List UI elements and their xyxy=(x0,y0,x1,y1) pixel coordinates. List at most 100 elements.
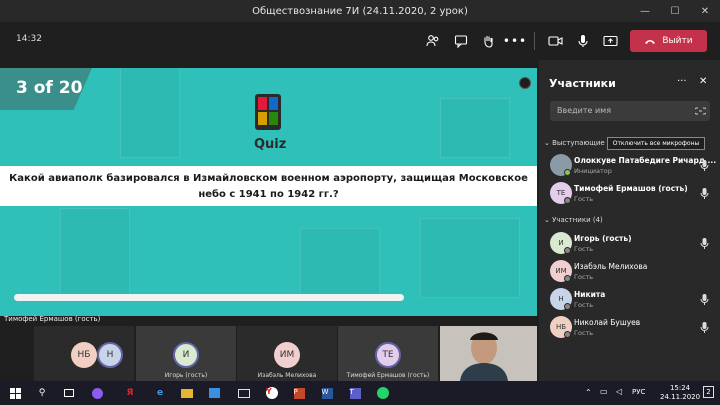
participant-name: Изабэль Мелихова xyxy=(257,372,317,379)
mail-icon xyxy=(238,388,250,398)
taskbar: ⚲ Я e Y P W T ⌃ ▭ ◁ РУС 15:24 24.11.2020… xyxy=(0,381,720,405)
taskbar-app[interactable]: e xyxy=(153,386,167,400)
close-window-button[interactable]: ✕ xyxy=(690,0,720,22)
presence-icon xyxy=(564,247,571,254)
participant-tiles: НБ Н И Игорь (гость) ИМ Изабэль Мелихова… xyxy=(0,326,537,381)
raise-hand-button[interactable] xyxy=(478,31,498,51)
minimize-button[interactable]: — xyxy=(630,0,660,22)
participant-role: Гость xyxy=(574,301,594,309)
avatar: Н xyxy=(97,342,123,368)
microphone-icon xyxy=(700,294,709,305)
task-view-button[interactable] xyxy=(62,386,76,400)
share-invite-icon[interactable] xyxy=(695,106,706,116)
camera-button[interactable] xyxy=(545,31,565,51)
participant-row[interactable]: И Игорь (гость) Гость xyxy=(550,232,716,258)
notifications-button[interactable]: 2 xyxy=(703,386,714,398)
participants-panel: Участники ··· ✕ Введите имя ⌄ Выступающи… xyxy=(539,60,720,381)
question-counter: 3 of 20 xyxy=(0,68,92,110)
microphone-icon xyxy=(700,238,709,249)
taskbar-app[interactable] xyxy=(376,386,390,400)
question-counter-text: 3 of 20 xyxy=(16,78,83,98)
participant-row[interactable]: Н Никита Гость xyxy=(550,288,716,314)
panel-title: Участники xyxy=(549,77,616,90)
participant-row[interactable]: НБ Николай Бушуев Гость xyxy=(550,316,716,342)
taskbar-app[interactable]: Y xyxy=(265,386,279,400)
panel-close-icon[interactable]: ✕ xyxy=(699,76,707,87)
participant-tile[interactable]: ИМ Изабэль Мелихова xyxy=(237,326,337,381)
participant-name: Николай Бушуев xyxy=(574,318,641,327)
background-tile xyxy=(440,98,510,158)
microphone-button[interactable] xyxy=(573,31,593,51)
participant-row[interactable]: ИМ Изабэль Мелихова Гость xyxy=(550,260,716,286)
hand-icon xyxy=(484,36,493,48)
mute-all-button[interactable]: Отключить все микрофоны xyxy=(607,137,705,150)
taskbar-app-active[interactable]: T xyxy=(348,386,362,400)
more-options-button[interactable]: ••• xyxy=(503,31,526,51)
windows-icon xyxy=(9,387,21,399)
powerpoint-icon: P xyxy=(293,387,305,399)
presence-icon xyxy=(564,303,571,310)
avatar: И xyxy=(173,342,199,368)
search-input[interactable]: Введите имя xyxy=(550,101,710,121)
participants-button[interactable] xyxy=(423,31,443,51)
person-video-icon xyxy=(440,326,537,381)
participant-role: Инициатор xyxy=(574,167,612,175)
taskbar-app[interactable] xyxy=(180,386,194,400)
volume-icon[interactable]: ◁ xyxy=(616,387,622,396)
start-button[interactable] xyxy=(8,386,22,400)
presence-icon xyxy=(564,169,571,176)
participant-role: Гость xyxy=(574,273,594,281)
participant-tile[interactable]: И Игорь (гость) xyxy=(136,326,236,381)
maximize-button[interactable]: ☐ xyxy=(660,0,690,22)
window-controls: — ☐ ✕ xyxy=(630,0,720,22)
share-screen-button[interactable] xyxy=(600,31,620,51)
leave-button[interactable]: Выйти xyxy=(630,30,707,52)
panel-more-icon[interactable]: ··· xyxy=(677,76,687,87)
expand-button[interactable] xyxy=(519,77,531,89)
attendees-header[interactable]: ⌄ Участники (4) xyxy=(544,216,603,224)
participant-tile[interactable]: Н xyxy=(85,326,135,381)
yandex-browser-icon: Y xyxy=(266,387,278,399)
leave-label: Выйти xyxy=(662,36,693,46)
presence-icon xyxy=(564,197,571,204)
keyboard-language[interactable]: РУС xyxy=(632,388,645,396)
clock-time: 15:24 xyxy=(669,384,691,392)
self-video xyxy=(440,326,537,381)
chat-icon xyxy=(454,35,468,48)
network-icon[interactable]: ▭ xyxy=(600,387,608,396)
search-button[interactable]: ⚲ xyxy=(35,386,49,400)
taskbar-app[interactable]: Я xyxy=(123,386,137,400)
chat-button[interactable] xyxy=(451,31,471,51)
shared-screen: 3 of 20 Quiz Какой авиаполк базировался … xyxy=(0,68,537,316)
word-icon: W xyxy=(321,387,333,399)
background-tile xyxy=(60,208,130,298)
background-tile xyxy=(420,218,520,298)
participant-tile[interactable]: ТЕ Тимофей Ермашов (гость) xyxy=(338,326,438,381)
taskbar-app[interactable] xyxy=(90,386,104,400)
phone-hangup-icon xyxy=(645,39,656,44)
camera-icon xyxy=(547,36,563,46)
taskbar-app[interactable]: W xyxy=(320,386,334,400)
system-clock[interactable]: 15:24 24.11.2020 xyxy=(660,384,700,402)
microphone-icon xyxy=(700,188,709,199)
window-title: Обществознание 7И (24.11.2020, 2 урок) xyxy=(252,5,468,17)
taskbar-app[interactable] xyxy=(237,386,251,400)
yandex-icon: Я xyxy=(126,388,134,398)
meeting-timer: 14:32 xyxy=(16,34,42,44)
presenters-header[interactable]: ⌄ Выступающие (2) xyxy=(544,139,617,147)
background-tile xyxy=(300,228,380,298)
participant-name: Изабэль Мелихова xyxy=(574,262,648,271)
participant-row[interactable]: ТЕ Тимофей Ермашов (гость) Гость xyxy=(550,182,716,208)
taskbar-app[interactable]: P xyxy=(292,386,306,400)
quiz-logo-icon xyxy=(255,94,281,130)
tray-expand-icon[interactable]: ⌃ xyxy=(585,388,592,397)
participant-name: Тимофей Ермашов (гость) xyxy=(346,372,430,379)
participant-name: Олоккуве Патабедиге Ричард ... xyxy=(574,156,717,165)
store-icon xyxy=(208,388,220,398)
avatar: ИМ xyxy=(274,342,300,368)
participant-role: Гость xyxy=(574,245,594,253)
avatar: ТЕ xyxy=(375,342,401,368)
search-placeholder: Введите имя xyxy=(557,106,612,115)
taskbar-app[interactable] xyxy=(207,386,221,400)
participant-row[interactable]: Олоккуве Патабедиге Ричард ... Инициатор xyxy=(550,154,716,180)
